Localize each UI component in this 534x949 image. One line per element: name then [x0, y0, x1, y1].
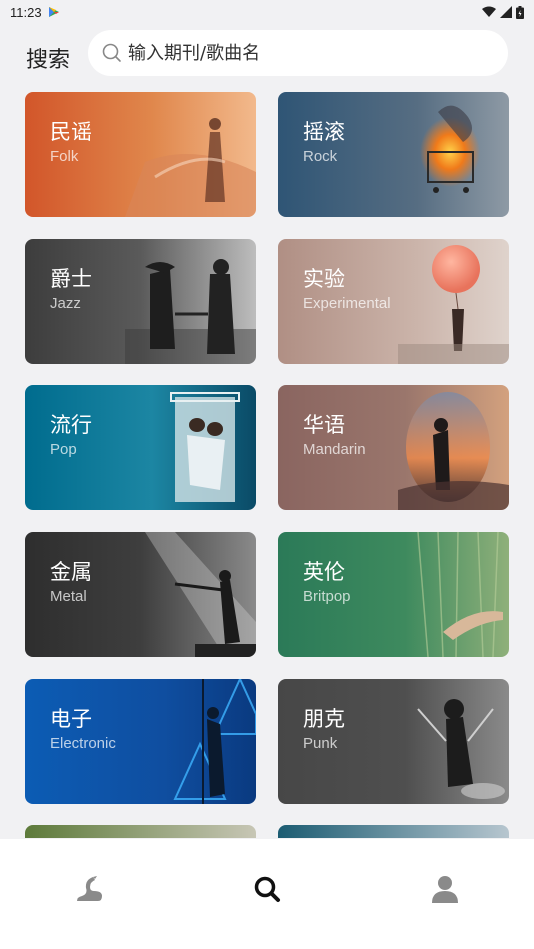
- genre-title: 金属: [50, 560, 92, 584]
- genre-subtitle: Metal: [50, 588, 87, 605]
- home-swan-icon: [77, 876, 102, 901]
- search-input[interactable]: [128, 42, 488, 64]
- genre-subtitle: Punk: [303, 735, 338, 752]
- genre-card-metal[interactable]: 金属 Metal: [25, 532, 256, 657]
- genre-subtitle: Pop: [50, 441, 77, 458]
- signal-icon: [500, 6, 512, 18]
- battery-icon: [516, 5, 524, 19]
- search-icon: [102, 43, 121, 62]
- profile-icon: [432, 876, 458, 903]
- wifi-icon: [482, 6, 496, 17]
- genre-title: 民谣: [50, 120, 92, 144]
- genre-subtitle: Jazz: [50, 295, 81, 312]
- genre-card-rock[interactable]: 摇滚 Rock: [278, 92, 509, 217]
- nav-home[interactable]: [0, 839, 178, 949]
- page-title: 搜索: [26, 48, 71, 73]
- genre-title: 英伦: [303, 560, 345, 584]
- search-header: 搜索: [0, 30, 534, 76]
- search-icon: [254, 876, 280, 902]
- genre-title: 朋克: [303, 707, 345, 731]
- genre-title: 摇滚: [303, 120, 345, 144]
- genre-card-jazz[interactable]: 爵士 Jazz: [25, 239, 256, 364]
- partial-cover-image: [25, 825, 256, 838]
- genre-title: 华语: [303, 413, 345, 437]
- status-time: 11:23: [10, 4, 42, 20]
- genre-title: 电子: [50, 707, 92, 731]
- genre-card-electronic[interactable]: 电子 Electronic: [25, 679, 256, 804]
- nav-search[interactable]: [178, 839, 356, 949]
- genre-title: 流行: [50, 413, 92, 437]
- genre-card-partial[interactable]: [278, 825, 509, 838]
- genre-title: 实验: [303, 267, 345, 291]
- genre-card-partial[interactable]: [25, 825, 256, 838]
- genre-subtitle: Electronic: [50, 735, 116, 752]
- genre-subtitle: Experimental: [303, 295, 391, 312]
- genre-card-mandarin[interactable]: 华语 Mandarin: [278, 385, 509, 510]
- genre-subtitle: Folk: [50, 148, 79, 165]
- genre-grid: 民谣 Folk 摇滚 Rock 爵士 Jazz 实验 Experimental …: [25, 92, 509, 838]
- genre-subtitle: Mandarin: [303, 441, 366, 458]
- genre-card-punk[interactable]: 朋克 Punk: [278, 679, 509, 804]
- search-bar[interactable]: [88, 30, 508, 76]
- genre-card-folk[interactable]: 民谣 Folk: [25, 92, 256, 217]
- genre-card-britpop[interactable]: 英伦 Britpop: [278, 532, 509, 657]
- genre-subtitle: Britpop: [303, 588, 351, 605]
- genre-card-pop[interactable]: 流行 Pop: [25, 385, 256, 510]
- genre-card-experimental[interactable]: 实验 Experimental: [278, 239, 509, 364]
- bottom-nav: [0, 839, 534, 949]
- status-bar: 11:23: [0, 0, 534, 24]
- partial-cover-image: [278, 825, 509, 838]
- nav-profile[interactable]: [356, 839, 534, 949]
- play-store-icon: [48, 7, 59, 17]
- genre-title: 爵士: [50, 267, 92, 291]
- genre-subtitle: Rock: [303, 148, 338, 165]
